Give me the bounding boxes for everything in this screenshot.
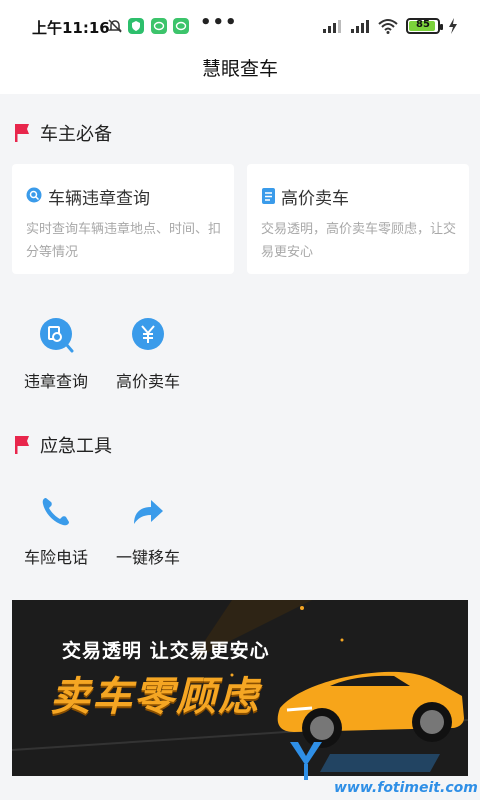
charging-bolt-icon [449,18,457,34]
move-car-arrow-icon [134,500,163,524]
watermark-url: www.fotimeit.com [334,780,478,796]
battery-indicator: 85 [406,18,443,34]
section-owner-title: 车主必备 [40,124,112,145]
battery-level: 85 [416,19,430,30]
flag-icon [15,124,29,142]
tile-label: 违章查询 [23,372,88,391]
mute-bell-icon [108,19,122,33]
card-description: 交易透明，高价卖车零顾虑，让交易更安心 [261,222,457,260]
section-owner-header: 车主必备 [14,120,112,146]
banner-line1-b: 让交易更安心 [149,640,270,662]
banner-headline: 交易透明 让交易更安心 [62,636,270,663]
status-right-group: 85 [322,15,458,37]
flag-icon [15,436,29,454]
tile-insurance-phone[interactable]: 车险电话 [11,492,101,568]
status-time: 上午11:16 [32,19,110,37]
tile-label: 高价卖车 [115,372,180,391]
card-title: 车辆违章查询 [48,188,150,209]
document-icon [262,188,275,204]
signal-2-icon [351,20,369,33]
page-title: 慧眼查车 [201,58,278,80]
phone-icon [42,498,69,526]
tile-violation-query[interactable]: 违章查询 [11,316,101,392]
more-notifications-icon: ••• [200,12,238,33]
search-icon [26,187,42,203]
banner-slogan: 卖车零顾虑 [50,674,260,720]
chat-app-icon [173,18,189,34]
watermark: www.fotimeit.com [290,742,478,796]
banner-line1-a: 交易透明 [62,640,143,662]
shield-app-icon [128,18,144,34]
title-bar: 慧眼查车 [0,52,480,94]
status-bar: 上午11:16 ••• 85 [0,0,480,52]
wechat-app-icon [151,18,167,34]
tile-move-car[interactable]: 一键移车 [103,492,193,568]
card-violation-query[interactable]: 车辆违章查询 实时查询车辆违章地点、时间、扣分等情况 [12,164,234,274]
tile-sell-car[interactable]: 高价卖车 [103,316,193,392]
yuan-icon [132,318,164,350]
section-emergency-header: 应急工具 [14,432,112,458]
wifi-icon [378,19,398,34]
signal-icon [323,20,341,33]
section-emergency-title: 应急工具 [40,436,112,457]
card-sell-car[interactable]: 高价卖车 交易透明，高价卖车零顾虑，让交易更安心 [247,164,469,274]
tile-label: 车险电话 [23,548,88,567]
tile-label: 一键移车 [115,548,180,567]
card-title: 高价卖车 [281,188,349,209]
card-description: 实时查询车辆违章地点、时间、扣分等情况 [26,222,222,260]
violation-search-icon [40,318,74,353]
watermark-logo [290,742,440,780]
